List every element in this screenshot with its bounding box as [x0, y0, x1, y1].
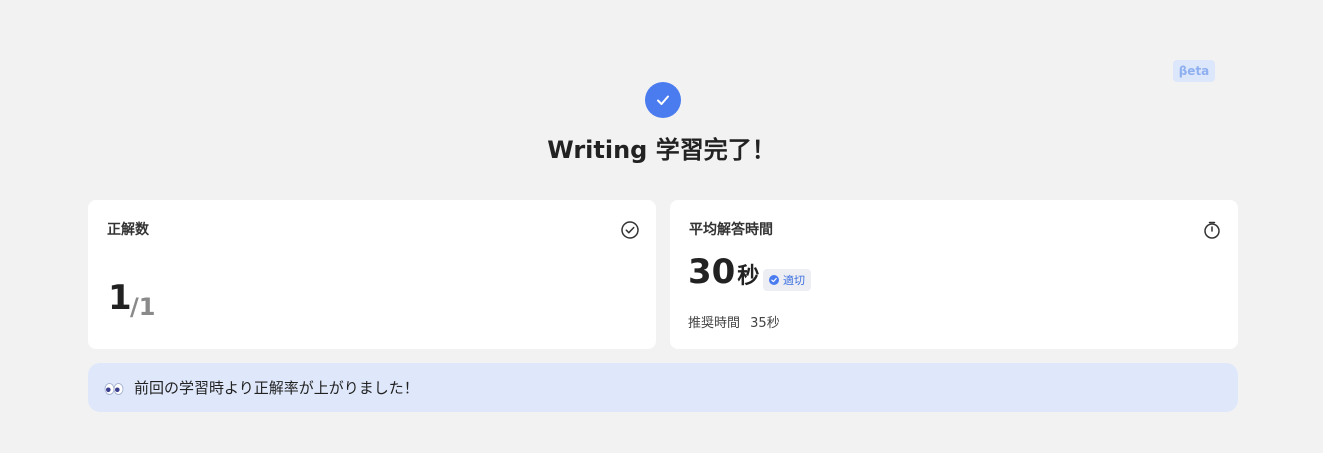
- beta-badge: βeta: [1173, 60, 1215, 82]
- average-time-card: 平均解答時間 30 秒 適切 推奨時間 35秒: [670, 200, 1238, 349]
- average-time-label: 平均解答時間: [689, 222, 773, 238]
- check-circle-icon: [620, 220, 640, 240]
- recommended-time: 推奨時間 35秒: [688, 312, 780, 331]
- improvement-banner: 前回の学習時より正解率が上がりました！: [88, 363, 1238, 412]
- correct-count-value: 1: [108, 278, 132, 318]
- eyes-icon: [104, 381, 124, 395]
- average-time-value-row: 30 秒: [688, 252, 759, 292]
- stopwatch-icon: [1202, 220, 1222, 240]
- status-badge-label: 適切: [783, 274, 805, 287]
- check-badge-icon: [769, 275, 779, 285]
- average-time-unit: 秒: [737, 264, 760, 289]
- page-title: Writing 学習完了！: [547, 136, 776, 164]
- correct-count-card: 正解数 1 /1: [88, 200, 656, 349]
- status-badge: 適切: [763, 269, 811, 291]
- recommended-time-label: 推奨時間: [688, 316, 741, 331]
- banner-message: 前回の学習時より正解率が上がりました！: [134, 379, 419, 397]
- correct-count-total: /1: [130, 293, 156, 321]
- correct-count-label: 正解数: [107, 222, 149, 238]
- recommended-time-value: 35秒: [750, 316, 780, 331]
- average-time-value: 30: [688, 252, 736, 292]
- check-icon: [645, 82, 681, 118]
